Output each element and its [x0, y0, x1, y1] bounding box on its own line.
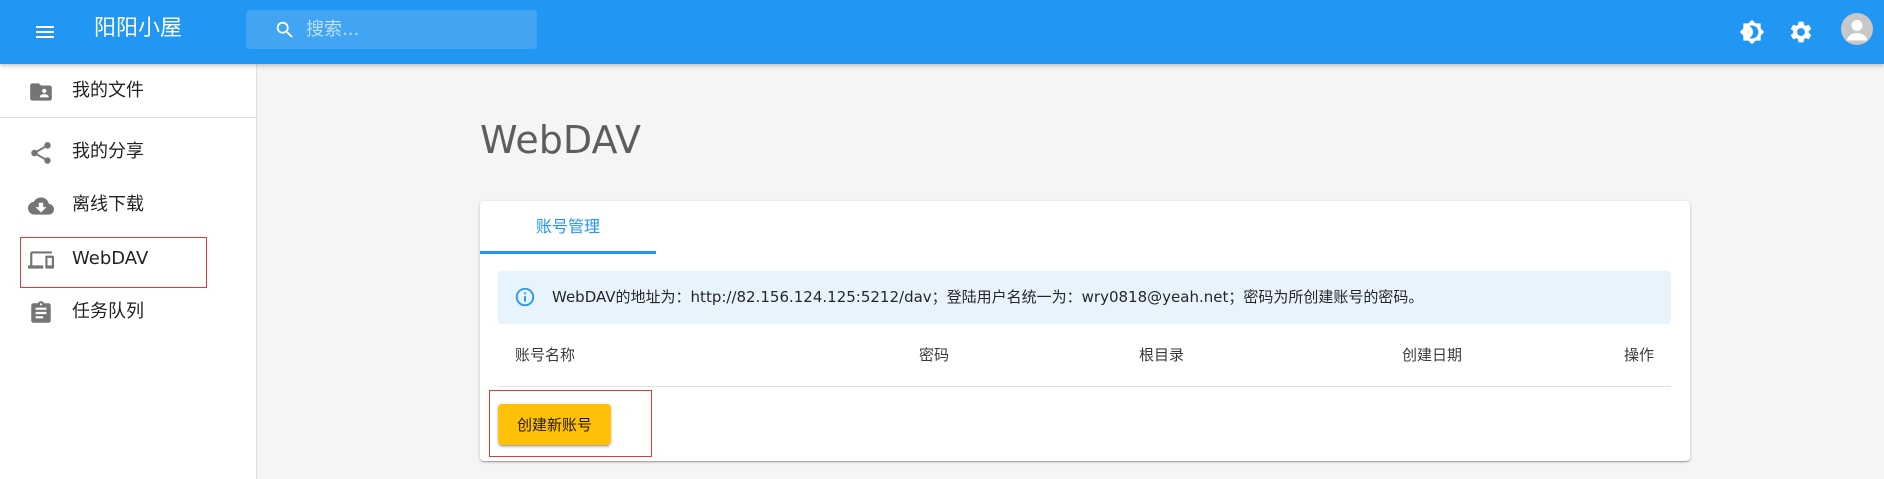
gear-icon [1790, 21, 1812, 43]
sidebar-item-task-queue[interactable]: 任务队列 [0, 288, 256, 336]
sidebar-item-my-files[interactable]: 我的文件 [0, 67, 256, 115]
sidebar-item-label: 我的分享 [72, 141, 144, 162]
column-header-password: 密码 [919, 346, 950, 364]
column-header-actions: 操作 [1624, 346, 1655, 364]
tab-account-management[interactable]: 账号管理 [480, 201, 656, 253]
app-title[interactable]: 阳阳小屋 [94, 0, 182, 64]
menu-icon [36, 26, 54, 38]
theme-toggle-button[interactable] [1733, 13, 1771, 51]
column-header-created-date: 创建日期 [1402, 346, 1463, 364]
brightness-icon [1739, 19, 1765, 45]
folder-shared-icon [30, 83, 52, 101]
clipboard-icon [31, 301, 51, 323]
settings-button[interactable] [1782, 13, 1820, 51]
sidebar: 我的文件 我的分享 离线下载 WebDAV 任务队列 [0, 64, 257, 479]
tab-indicator [480, 251, 656, 254]
share-icon [31, 142, 51, 164]
column-header-account-name: 账号名称 [515, 346, 576, 364]
sidebar-divider [0, 117, 256, 118]
avatar[interactable] [1841, 13, 1873, 45]
menu-button[interactable] [26, 13, 64, 51]
sidebar-item-label: 我的文件 [72, 80, 144, 101]
sidebar-item-webdav[interactable]: WebDAV [0, 235, 256, 283]
search-icon [276, 21, 293, 38]
page-title: WebDAV [480, 118, 641, 162]
sidebar-item-offline-download[interactable]: 离线下载 [0, 181, 256, 229]
sidebar-item-label: 离线下载 [72, 194, 144, 215]
search-box[interactable] [246, 10, 537, 49]
cloud-download-icon [28, 197, 54, 215]
alert-message: WebDAV的地址为：http://82.156.124.125:5212/da… [552, 288, 1424, 306]
info-alert: WebDAV的地址为：http://82.156.124.125:5212/da… [498, 271, 1671, 324]
search-input[interactable] [306, 10, 531, 49]
devices-icon [28, 251, 54, 269]
sidebar-item-my-shares[interactable]: 我的分享 [0, 128, 256, 176]
column-header-root-dir: 根目录 [1139, 346, 1185, 364]
webdav-card: 账号管理 WebDAV的地址为：http://82.156.124.125:52… [480, 201, 1690, 461]
sidebar-item-label: WebDAV [72, 248, 149, 269]
user-icon [1846, 20, 1868, 41]
info-icon [515, 287, 535, 307]
create-account-button[interactable]: 创建新账号 [498, 404, 611, 445]
app-bar: 阳阳小屋 [0, 0, 1884, 64]
table-divider [498, 386, 1671, 387]
sidebar-item-label: 任务队列 [72, 301, 144, 322]
